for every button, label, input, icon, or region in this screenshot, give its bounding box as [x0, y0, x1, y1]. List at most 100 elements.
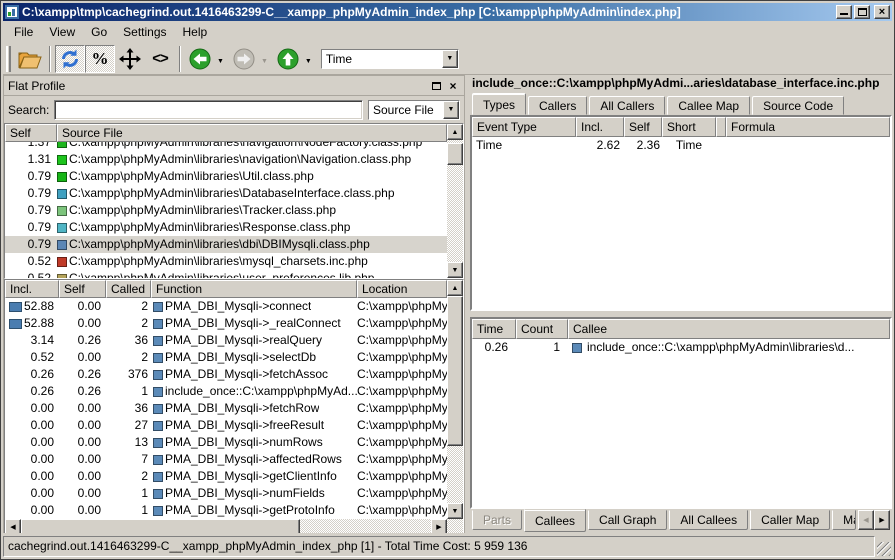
up-button[interactable] — [273, 45, 303, 73]
location-value: C:\xampp\phpMy — [357, 434, 447, 451]
open-file-button[interactable] — [15, 45, 45, 73]
tab-types[interactable]: Types — [472, 93, 526, 115]
location-value: C:\xampp\phpMy — [357, 366, 447, 383]
back-button[interactable] — [185, 45, 215, 73]
source-file-row[interactable]: 0.79C:\xampp\phpMyAdmin\libraries\Util.c… — [5, 168, 447, 185]
function-row[interactable]: 0.000.007PMA_DBI_Mysqli->affectedRowsC:\… — [5, 451, 447, 468]
file-type-icon — [57, 142, 67, 148]
column-header-source-file[interactable]: Source File — [57, 124, 447, 142]
tab-all-callees[interactable]: All Callees — [669, 510, 748, 530]
menu-go[interactable]: Go — [83, 23, 115, 41]
column-header-location[interactable]: Location — [357, 280, 447, 298]
column-header-self[interactable]: Self — [624, 117, 662, 137]
menu-help[interactable]: Help — [175, 23, 216, 41]
forward-dropdown-arrow[interactable]: ▼ — [261, 58, 268, 65]
function-row[interactable]: 52.880.002PMA_DBI_Mysqli->_realConnectC:… — [5, 315, 447, 332]
source-file-row[interactable]: 0.52C:\xampp\phpMyAdmin\libraries\user_p… — [5, 270, 447, 278]
tab-all-callers[interactable]: All Callers — [589, 96, 665, 115]
resize-grip[interactable] — [877, 542, 891, 556]
function-icon — [153, 489, 163, 499]
forward-button[interactable] — [229, 45, 259, 73]
scroll-right-button[interactable]: ▶ — [431, 519, 447, 533]
function-row[interactable]: 0.260.261include_once::C:\xampp\phpMyAd.… — [5, 383, 447, 400]
tab-caller-map[interactable]: Caller Map — [750, 510, 830, 530]
column-header-formula[interactable]: Formula — [726, 117, 890, 137]
scroll-left-button[interactable]: ◀ — [5, 519, 21, 533]
tab-call-graph[interactable]: Call Graph — [588, 510, 667, 530]
event-type-row[interactable]: Time 2.62 2.36 Time — [472, 137, 890, 154]
title-bar[interactable]: C:\xampp\tmp\cachegrind.out.1416463299-C… — [3, 3, 892, 21]
function-icon — [153, 319, 163, 329]
source-file-row[interactable]: 1.31C:\xampp\phpMyAdmin\libraries\naviga… — [5, 151, 447, 168]
menu-file[interactable]: File — [6, 23, 41, 41]
column-header-time[interactable]: Time — [472, 319, 516, 339]
dock-float-button[interactable] — [429, 79, 443, 93]
scroll-down-button[interactable]: ▼ — [447, 262, 463, 278]
column-header-incl[interactable]: Incl. — [5, 280, 59, 298]
column-header-incl[interactable]: Incl. — [576, 117, 624, 137]
source-file-row[interactable]: 0.79C:\xampp\phpMyAdmin\libraries\Respon… — [5, 219, 447, 236]
scrollbar-thumb[interactable] — [447, 296, 463, 446]
scroll-down-button[interactable]: ▼ — [447, 503, 463, 519]
combo-dropdown-button[interactable]: ▼ — [442, 50, 458, 68]
scrollbar-thumb[interactable] — [21, 519, 300, 533]
maximize-button[interactable] — [854, 5, 870, 19]
dock-title-bar[interactable]: Flat Profile × — [4, 76, 464, 96]
tab-machine[interactable]: Machine — [832, 510, 856, 530]
column-header-count[interactable]: Count — [516, 319, 568, 339]
event-type-select[interactable]: Time ▼ — [321, 49, 459, 69]
tab-callers[interactable]: Callers — [528, 96, 587, 115]
function-row[interactable]: 0.000.0013PMA_DBI_Mysqli->numRowsC:\xamp… — [5, 434, 447, 451]
source-file-row[interactable]: 1.37C:\xampp\phpMyAdmin\libraries\naviga… — [5, 142, 447, 151]
function-row[interactable]: 3.140.2636PMA_DBI_Mysqli->realQueryC:\xa… — [5, 332, 447, 349]
column-header-event-type[interactable]: Event Type — [472, 117, 576, 137]
menu-view[interactable]: View — [41, 23, 83, 41]
menu-settings[interactable]: Settings — [115, 23, 174, 41]
minimize-button[interactable] — [836, 5, 852, 19]
tab-scroll-buttons: ◀▶ — [858, 510, 890, 530]
function-row[interactable]: 0.520.002PMA_DBI_Mysqli->selectDbC:\xamp… — [5, 349, 447, 366]
scroll-up-button[interactable]: ▲ — [447, 280, 463, 296]
column-header-called[interactable]: Called — [106, 280, 151, 298]
scrollbar-thumb[interactable] — [447, 143, 463, 165]
tab-callee-map[interactable]: Callee Map — [667, 96, 750, 115]
source-file-row[interactable]: 0.79C:\xampp\phpMyAdmin\libraries\Databa… — [5, 185, 447, 202]
scroll-up-button[interactable]: ▲ — [447, 124, 463, 140]
tab-scroll-left-button[interactable]: ◀ — [858, 510, 874, 530]
group-by-select[interactable]: Source File ▼ — [368, 100, 460, 120]
function-row[interactable]: 0.260.26376PMA_DBI_Mysqli->fetchAssocC:\… — [5, 366, 447, 383]
toolbar-handle[interactable] — [6, 46, 11, 72]
source-file-path: C:\xampp\phpMyAdmin\libraries\dbi\DBIMys… — [69, 236, 370, 253]
tab-source-code[interactable]: Source Code — [752, 96, 844, 115]
up-dropdown-arrow[interactable]: ▼ — [305, 58, 312, 65]
callee-row[interactable]: 0.26 1 include_once::C:\xampp\phpMyAdmin… — [472, 339, 890, 356]
source-file-row[interactable]: 0.79C:\xampp\phpMyAdmin\libraries\dbi\DB… — [5, 236, 447, 253]
column-header-short[interactable]: Short — [662, 117, 716, 137]
function-row[interactable]: 52.880.002PMA_DBI_Mysqli->connectC:\xamp… — [5, 298, 447, 315]
close-button[interactable]: × — [874, 5, 890, 19]
vertical-scrollbar[interactable]: ▲ ▼ — [447, 124, 463, 278]
relative-percent-button[interactable]: % — [85, 45, 115, 73]
tab-scroll-right-button[interactable]: ▶ — [874, 510, 890, 530]
horizontal-scrollbar[interactable]: ◀ ▶ — [5, 519, 463, 533]
column-header-self[interactable]: Self — [59, 280, 106, 298]
search-input[interactable] — [54, 100, 363, 120]
dock-close-button[interactable]: × — [446, 79, 460, 93]
vertical-scrollbar[interactable]: ▲ ▼ — [447, 280, 463, 519]
cycle-detection-button[interactable] — [55, 45, 85, 73]
shorten-templates-button[interactable]: <> — [145, 45, 175, 73]
column-header-self[interactable]: Self — [5, 124, 57, 142]
tab-callees[interactable]: Callees — [524, 509, 586, 532]
function-row[interactable]: 0.000.0036PMA_DBI_Mysqli->fetchRowC:\xam… — [5, 400, 447, 417]
column-header-function[interactable]: Function — [151, 280, 357, 298]
function-row[interactable]: 0.000.001PMA_DBI_Mysqli->numFieldsC:\xam… — [5, 485, 447, 502]
column-header-callee[interactable]: Callee — [568, 319, 890, 339]
back-dropdown-arrow[interactable]: ▼ — [217, 58, 224, 65]
function-row[interactable]: 0.000.001PMA_DBI_Mysqli->getProtoInfoC:\… — [5, 502, 447, 519]
function-row[interactable]: 0.000.0027PMA_DBI_Mysqli->freeResultC:\x… — [5, 417, 447, 434]
relative-to-parent-button[interactable] — [115, 45, 145, 73]
function-row[interactable]: 0.000.002PMA_DBI_Mysqli->getClientInfoC:… — [5, 468, 447, 485]
combo-dropdown-button[interactable]: ▼ — [443, 101, 459, 119]
source-file-row[interactable]: 0.79C:\xampp\phpMyAdmin\libraries\Tracke… — [5, 202, 447, 219]
source-file-row[interactable]: 0.52C:\xampp\phpMyAdmin\libraries\mysql_… — [5, 253, 447, 270]
